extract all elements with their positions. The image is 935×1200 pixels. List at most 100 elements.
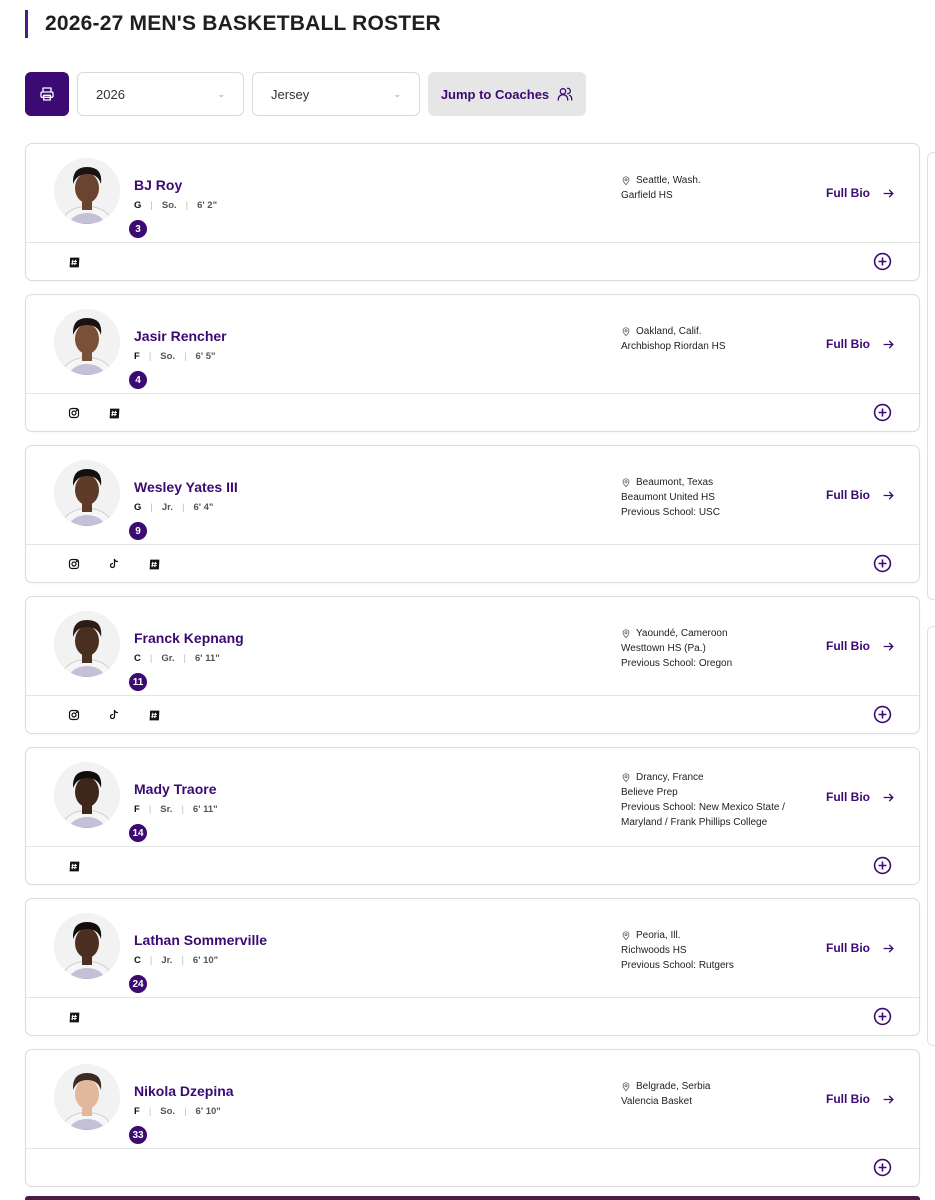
player-name[interactable]: Nikola Dzepina (134, 1083, 234, 1099)
player-card: 24 Lathan Sommerville C | Jr. | 6' 10" P… (25, 898, 920, 1036)
player-height: 6' 4" (193, 502, 214, 513)
player-card-summary: 4 Jasir Rencher F | So. | 6' 5" Oakland,… (26, 295, 919, 394)
player-card-footer (26, 998, 919, 1035)
player-social-links (66, 1009, 82, 1025)
jump-to-coaches-button[interactable]: Jump to Coaches (428, 72, 586, 116)
expand-plus-icon[interactable] (873, 1158, 892, 1177)
full-bio-label: Full Bio (826, 1092, 870, 1106)
arrow-right-icon (883, 793, 894, 801)
player-hometown-row: Seattle, Wash. (621, 173, 821, 188)
nil-hashtag-icon[interactable] (66, 858, 82, 874)
instagram-icon[interactable] (66, 707, 82, 723)
season-select[interactable]: 2026 ⌄ (77, 72, 244, 116)
jersey-number-badge: 24 (127, 973, 149, 995)
player-card-summary: 24 Lathan Sommerville C | Jr. | 6' 10" P… (26, 899, 919, 998)
nil-hashtag-icon[interactable] (66, 1009, 82, 1025)
player-name[interactable]: BJ Roy (134, 177, 182, 193)
player-hometown-row: Yaoundé, Cameroon (621, 626, 821, 641)
instagram-icon[interactable] (66, 556, 82, 572)
nil-hashtag-icon[interactable] (146, 556, 162, 572)
player-social-links (66, 405, 122, 421)
tiktok-icon[interactable] (106, 707, 122, 723)
player-class: Sr. (160, 804, 173, 815)
location-pin-icon (622, 629, 630, 639)
player-origin: Belgrade, Serbia Valencia Basket (621, 1079, 821, 1109)
player-height: 6' 10" (195, 1106, 221, 1117)
player-origin: Oakland, Calif. Archbishop Riordan HS (621, 324, 821, 354)
player-name[interactable]: Lathan Sommerville (134, 932, 267, 948)
player-meta: G | So. | 6' 2" (134, 200, 217, 211)
expand-plus-icon[interactable] (873, 252, 892, 271)
player-hometown: Beaumont, Texas (636, 477, 714, 488)
player-high-school: Valencia Basket (621, 1096, 692, 1107)
player-name[interactable]: Jasir Rencher (134, 328, 227, 344)
instagram-icon[interactable] (66, 405, 82, 421)
player-headshot[interactable]: 11 (54, 611, 149, 693)
player-name[interactable]: Wesley Yates III (134, 479, 238, 495)
expand-plus-icon[interactable] (873, 554, 892, 573)
full-bio-link[interactable]: Full Bio (826, 639, 895, 653)
full-bio-link[interactable]: Full Bio (826, 941, 895, 955)
full-bio-link[interactable]: Full Bio (826, 1092, 895, 1106)
player-headshot[interactable]: 9 (54, 460, 149, 542)
meta-divider: | (150, 502, 153, 513)
player-hometown: Belgrade, Serbia (636, 1081, 711, 1092)
full-bio-label: Full Bio (826, 488, 870, 502)
player-headshot[interactable]: 4 (54, 309, 149, 391)
player-name[interactable]: Mady Traore (134, 781, 216, 797)
location-pin-icon (622, 773, 630, 783)
player-card: 33 Nikola Dzepina F | So. | 6' 10" Belgr… (25, 1049, 920, 1187)
player-card-summary: 11 Franck Kepnang C | Gr. | 6' 11" Yaoun… (26, 597, 919, 696)
roster-list: 3 BJ Roy G | So. | 6' 2" Seattle, Wash. … (25, 143, 920, 1200)
chevron-down-icon: ⌄ (217, 88, 225, 99)
print-button[interactable] (25, 72, 69, 116)
player-headshot[interactable]: 33 (54, 1064, 149, 1146)
jersey-number: 14 (132, 827, 144, 839)
player-headshot[interactable]: 3 (54, 158, 149, 240)
nil-hashtag-icon[interactable] (106, 405, 122, 421)
player-height: 6' 11" (192, 804, 218, 815)
full-bio-link[interactable]: Full Bio (826, 790, 895, 804)
player-hometown: Yaoundé, Cameroon (636, 628, 728, 639)
meta-divider: | (185, 200, 189, 211)
jersey-number-badge: 33 (127, 1124, 149, 1146)
player-meta: G | Jr. | 6' 4" (134, 502, 213, 513)
player-class: Jr. (161, 502, 173, 513)
player-headshot[interactable]: 24 (54, 913, 149, 995)
player-high-school: Archbishop Riordan HS (621, 341, 726, 352)
jersey-number-badge: 9 (127, 520, 149, 542)
full-bio-link[interactable]: Full Bio (826, 186, 895, 200)
expand-plus-icon[interactable] (873, 705, 892, 724)
player-headshot[interactable]: 14 (54, 762, 149, 844)
full-bio-link[interactable]: Full Bio (826, 488, 895, 502)
sort-select[interactable]: Jersey ⌄ (252, 72, 420, 116)
player-origin: Seattle, Wash. Garfield HS (621, 173, 821, 203)
player-position: G (134, 502, 142, 513)
jersey-number-badge: 4 (127, 369, 149, 391)
player-position: G (134, 200, 142, 211)
tiktok-icon[interactable] (106, 556, 122, 572)
nil-hashtag-icon[interactable] (146, 707, 162, 723)
player-high-school: Garfield HS (621, 190, 673, 201)
meta-divider: | (149, 955, 153, 966)
player-card-footer (26, 394, 919, 431)
player-hometown-row: Oakland, Calif. (621, 324, 821, 339)
jersey-number-badge: 3 (127, 218, 149, 240)
player-social-links (66, 858, 82, 874)
expand-plus-icon[interactable] (873, 403, 892, 422)
expand-plus-icon[interactable] (873, 856, 892, 875)
arrow-right-icon (883, 642, 894, 650)
expand-plus-icon[interactable] (873, 1007, 892, 1026)
meta-divider: | (181, 955, 184, 966)
meta-divider: | (184, 351, 187, 362)
player-hometown: Drancy, France (636, 772, 704, 783)
nil-hashtag-icon[interactable] (66, 254, 82, 270)
player-card: 9 Wesley Yates III G | Jr. | 6' 4" Beaum… (25, 445, 920, 583)
jersey-number: 9 (135, 525, 141, 537)
arrow-right-icon (883, 340, 894, 348)
player-name[interactable]: Franck Kepnang (134, 630, 244, 646)
roster-toolbar: 2026 ⌄ Jersey ⌄ Jump to Coaches (25, 72, 586, 116)
full-bio-link[interactable]: Full Bio (826, 337, 895, 351)
player-high-school: Westtown HS (Pa.) (621, 643, 706, 654)
player-high-school: Richwoods HS (621, 945, 687, 956)
